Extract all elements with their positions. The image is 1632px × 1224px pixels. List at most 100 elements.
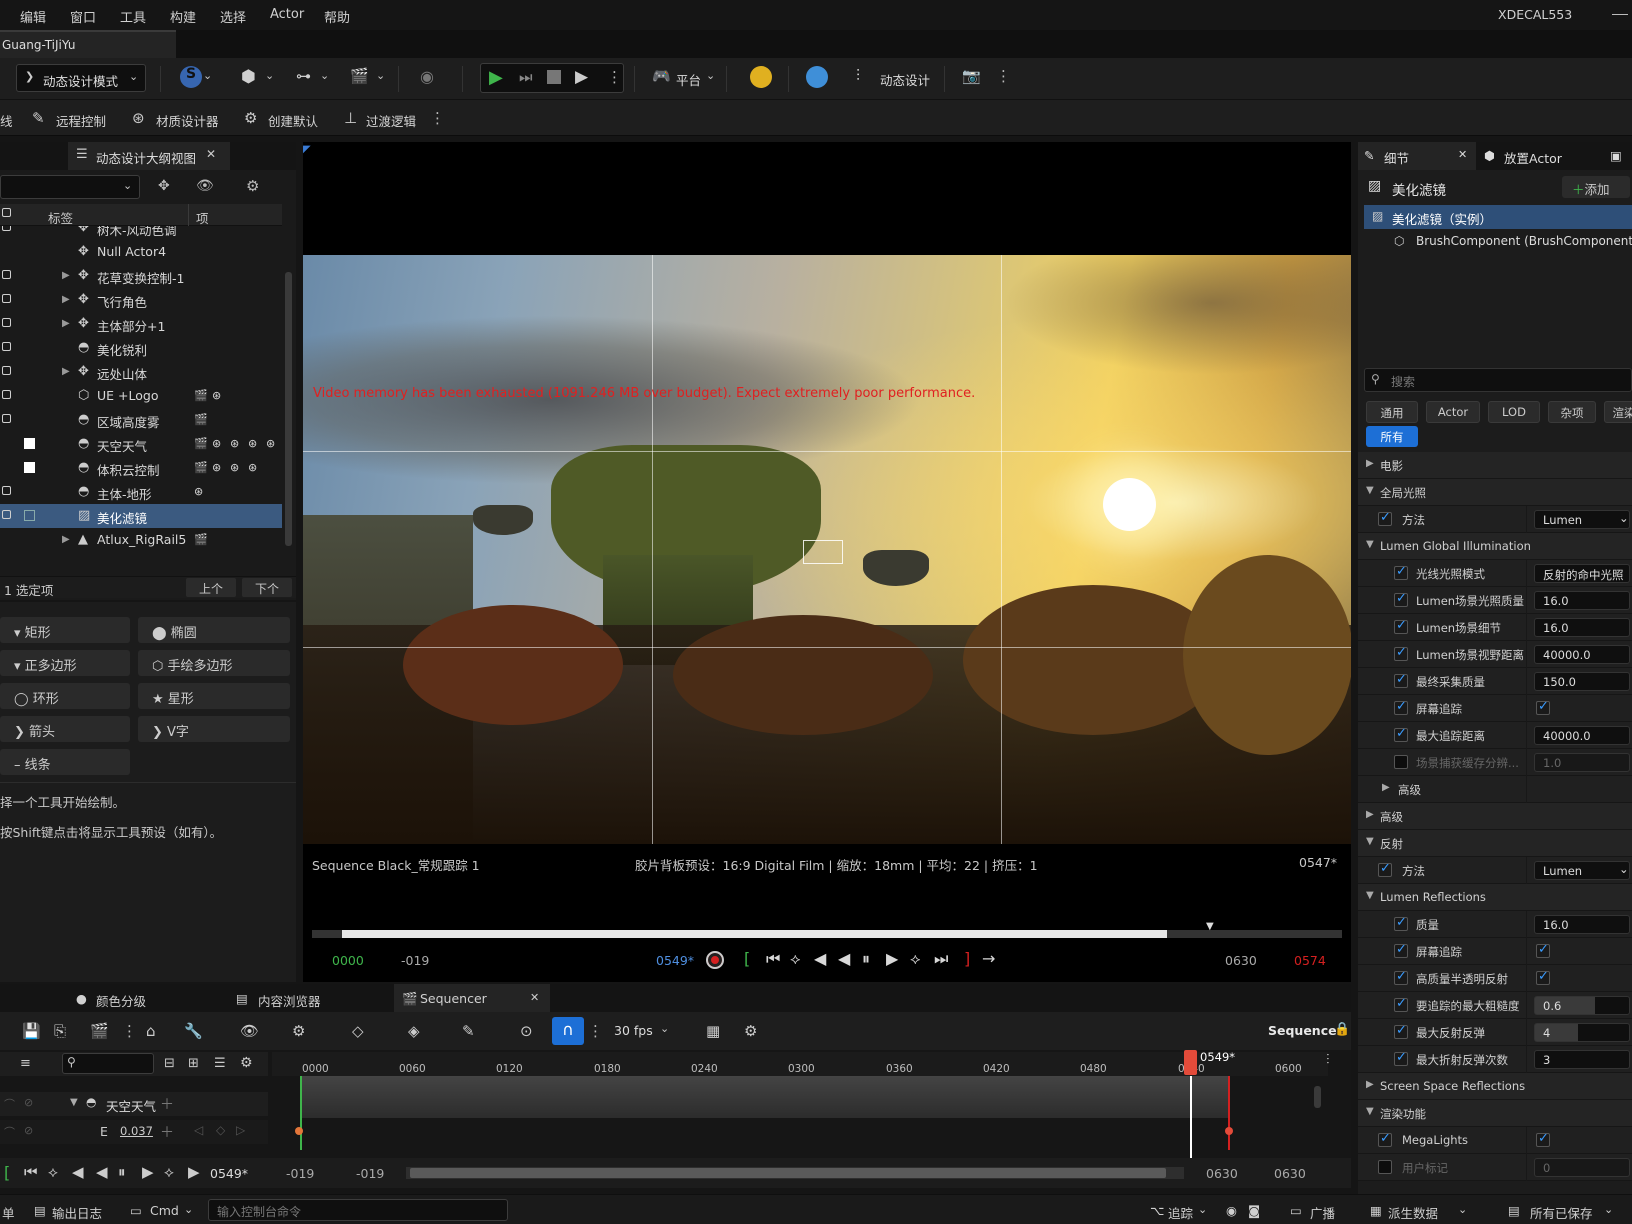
map-tab[interactable]: Guang-TiJiYu	[0, 30, 176, 58]
user-flags-input[interactable]: 0	[1534, 1158, 1630, 1177]
in-bracket-icon[interactable]: [	[4, 1163, 10, 1182]
expand-arrow-icon[interactable]: ▶	[62, 318, 70, 329]
more-icon[interactable]: ⋮	[122, 1022, 137, 1040]
lock-icon[interactable]: 🔒	[1334, 1022, 1350, 1037]
mute-icon[interactable]: ⊘	[24, 1096, 33, 1109]
outliner-tab[interactable]: ☰ 动态设计大纲视图 ✕	[68, 142, 230, 170]
list-item[interactable]: ◓ 天空天气 🎬 ⊛ ⊛ ⊛ ⊛	[0, 432, 282, 456]
lock-icon[interactable]: ⌒	[4, 1124, 15, 1140]
shape-polygon[interactable]: ▾ 正多边形	[0, 650, 130, 676]
section-lumen-reflections[interactable]: ▼ Lumen Reflections	[1358, 884, 1632, 911]
mute-icon[interactable]: ⊘	[24, 1124, 33, 1137]
override-checkbox[interactable]	[1394, 564, 1408, 580]
chevron-down-icon[interactable]: ⌄	[265, 69, 274, 82]
outliner-scrollbar[interactable]	[285, 272, 292, 546]
move-icon[interactable]: ✥	[158, 178, 170, 194]
chevron-down-icon[interactable]: ⌄	[184, 1203, 193, 1216]
lock-icon[interactable]	[2, 414, 11, 423]
transition-logic-button[interactable]: 过渡逻辑	[366, 111, 416, 130]
current-frame-input[interactable]: 0549*	[656, 953, 694, 968]
pen-icon[interactable]: ✎	[462, 1022, 475, 1040]
menu-actor[interactable]: Actor	[270, 7, 304, 22]
in-bracket-icon[interactable]: [	[744, 949, 750, 968]
keyframe-icon[interactable]	[1225, 1127, 1233, 1135]
keyframe-icon[interactable]	[295, 1127, 303, 1135]
derived-data-button[interactable]: 派生数据	[1388, 1203, 1438, 1222]
more-icon[interactable]: ⋮	[996, 67, 1011, 85]
menu-select[interactable]: 选择	[220, 7, 246, 26]
override-checkbox[interactable]	[1394, 591, 1408, 607]
close-icon[interactable]: ✕	[1458, 148, 1467, 161]
component-instance-row[interactable]: ▨ 美化滤镜（实例）	[1364, 205, 1632, 229]
skip-to-start-icon[interactable]: ⏮	[766, 949, 780, 969]
translucent-reflection-checkbox[interactable]	[1536, 969, 1550, 985]
tab-content-browser[interactable]: 内容浏览器	[258, 991, 321, 1010]
section-cinema[interactable]: ▶ 电影	[1358, 452, 1632, 479]
section-global-illumination[interactable]: ▼ 全局光照	[1358, 479, 1632, 506]
camera-icon[interactable]: 📷	[962, 67, 981, 85]
close-icon[interactable]: ✕	[530, 991, 539, 1004]
view-end-frame[interactable]: 0630	[1274, 1166, 1306, 1181]
chevron-down-icon[interactable]: ⌄	[1198, 1203, 1207, 1216]
track-row[interactable]: ⌒ ⊘ ▼ ◓ 天空天气 ＋	[0, 1092, 268, 1116]
gi-method-select[interactable]: Lumen ⌄	[1534, 510, 1630, 529]
expand-arrow-icon[interactable]: ▶	[62, 270, 70, 281]
shape-chevron[interactable]: ❯ V字	[138, 716, 290, 742]
details-tab[interactable]: ✎ 细节 ✕	[1358, 142, 1476, 170]
menu-tools[interactable]: 工具	[120, 7, 146, 26]
shape-line[interactable]: – 线条	[0, 749, 130, 775]
scene-lighting-quality-input[interactable]: 16.0	[1534, 591, 1630, 610]
key-icon[interactable]: ◇	[352, 1022, 364, 1040]
component-row[interactable]: ⬡ BrushComponent (BrushComponent0)	[1364, 230, 1632, 254]
megalights-checkbox[interactable]	[1536, 1131, 1550, 1147]
override-checkbox[interactable]	[1378, 861, 1392, 877]
record-icon[interactable]	[706, 951, 724, 969]
step-forward-icon[interactable]: ▶	[142, 1163, 154, 1181]
gear-icon[interactable]: ⚙	[744, 1022, 757, 1040]
in-frame[interactable]: -019	[401, 953, 429, 968]
add-component-button[interactable]: ＋添加	[1562, 176, 1630, 198]
outliner-filter-dropdown[interactable]: ⌄	[0, 175, 140, 199]
eye-icon[interactable]: 👁	[240, 1022, 259, 1040]
list-item[interactable]: ◓ 主体-地形 ⊛	[0, 480, 282, 504]
list-item[interactable]: ◓ 体积云控制 🎬 ⊛ ⊛ ⊛	[0, 456, 282, 480]
list-item[interactable]: ◓ 区域高度雾 🎬	[0, 408, 282, 432]
visibility-toggle[interactable]	[24, 438, 35, 449]
pause-icon[interactable]: ⏸	[118, 1163, 126, 1181]
skip-to-start-icon[interactable]: ⏮	[24, 1163, 38, 1181]
shape-ellipse[interactable]: ⬤ 椭圆	[138, 617, 290, 643]
eye-icon[interactable]: 👁	[196, 178, 214, 194]
skip-icon[interactable]: ⏭	[519, 68, 533, 86]
section-advanced-inner[interactable]: ▶ 高级	[1358, 776, 1632, 803]
lock-icon[interactable]	[2, 226, 11, 231]
shape-ring[interactable]: ◯ 环形	[0, 683, 130, 709]
override-checkbox[interactable]	[1394, 969, 1408, 985]
visibility-toggle[interactable]	[24, 462, 35, 473]
details-search-input[interactable]: ⚲ 搜索	[1364, 368, 1632, 392]
category-misc[interactable]: 杂项	[1548, 401, 1596, 423]
next-key-icon[interactable]: ▷	[236, 1123, 245, 1137]
chevron-down-icon[interactable]: ⌄	[376, 69, 385, 82]
override-checkbox[interactable]	[1394, 996, 1408, 1012]
ray-lighting-select[interactable]: 反射的命中光照	[1534, 564, 1630, 583]
output-log-button[interactable]: 输出日志	[52, 1203, 102, 1222]
reverse-icon[interactable]: ◀	[96, 1163, 108, 1181]
next-key-icon[interactable]: ⟡	[910, 949, 921, 969]
sequencer-range-bar[interactable]	[406, 1167, 1184, 1179]
out-bracket-icon[interactable]: ]	[964, 949, 970, 968]
lock-icon[interactable]	[2, 390, 11, 399]
list-item[interactable]: ▶ ✥ 远处山体	[0, 360, 282, 384]
curve-editor-icon[interactable]: ▦	[706, 1022, 720, 1040]
lock-icon[interactable]: ⌒	[4, 1096, 15, 1112]
chevron-down-icon[interactable]: ⌄	[706, 69, 715, 82]
material-designer-button[interactable]: 材质设计器	[156, 111, 219, 130]
step-back-icon[interactable]: ◀	[814, 949, 826, 968]
view-distance-input[interactable]: 40000.0	[1534, 645, 1630, 664]
source-control-icon[interactable]: S	[180, 66, 202, 88]
more-icon[interactable]: ⋮	[607, 68, 622, 86]
category-all[interactable]: 所有	[1366, 426, 1418, 447]
list-item[interactable]: ▶ ▲ Atlux_RigRail5 🎬	[0, 528, 282, 552]
trace-button[interactable]: 追踪	[1168, 1203, 1193, 1222]
record-status-icon[interactable]: ◉	[1226, 1203, 1237, 1218]
reverse-icon[interactable]: ◀	[838, 949, 850, 968]
